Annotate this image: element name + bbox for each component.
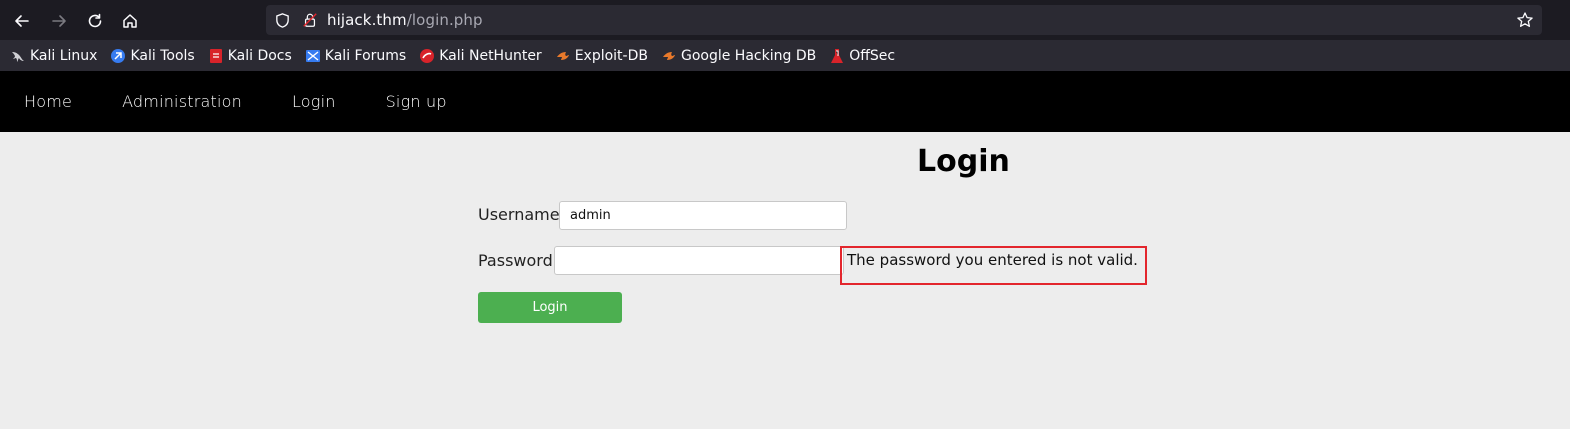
bookmark-item[interactable]: Kali Tools xyxy=(110,47,195,64)
kali-dragon-icon xyxy=(10,48,26,64)
ghdb-icon xyxy=(661,48,677,64)
url-host: hijack.thm xyxy=(327,11,407,29)
home-icon xyxy=(123,14,137,28)
bookmark-item[interactable]: Kali NetHunter xyxy=(419,47,542,64)
bookmarks-bar: Kali Linux Kali Tools Kali Docs Kali Forums… xyxy=(0,40,1570,71)
bookmark-item[interactable]: Exploit-DB xyxy=(555,48,648,64)
bookmark-label: Kali Forums xyxy=(324,47,407,64)
url-path: /login.php xyxy=(406,11,483,29)
bookmark-item[interactable]: Google Hacking DB xyxy=(661,48,816,64)
bookmark-item[interactable]: Kali Docs xyxy=(208,48,292,64)
username-label: Username xyxy=(478,205,560,224)
bookmark-label: Exploit-DB xyxy=(574,47,648,64)
site-navbar: Home Administration Login Sign up xyxy=(0,71,1570,132)
kali-tools-icon xyxy=(110,48,126,64)
back-button[interactable] xyxy=(9,8,35,34)
kali-forums-icon xyxy=(305,48,321,64)
kali-docs-icon xyxy=(208,48,224,64)
offsec-icon xyxy=(829,48,845,64)
insecure-lock-icon[interactable] xyxy=(301,11,319,29)
bookmark-label: Kali Docs xyxy=(227,47,292,64)
home-button[interactable] xyxy=(117,8,143,34)
password-input[interactable] xyxy=(554,246,844,275)
bookmark-label: Kali NetHunter xyxy=(439,47,542,64)
bookmark-label: OffSec xyxy=(849,47,896,64)
reload-button[interactable] xyxy=(82,8,108,34)
browser-toolbar: hijack.thm/login.php xyxy=(0,0,1570,40)
kali-nethunter-icon xyxy=(419,48,435,64)
star-bookmark-icon[interactable] xyxy=(1516,11,1534,29)
password-label: Password xyxy=(478,251,553,270)
password-error-message: The password you entered is not valid. xyxy=(847,251,1138,269)
nav-home-link[interactable]: Home xyxy=(0,92,97,111)
forward-button[interactable] xyxy=(46,8,72,34)
shield-icon[interactable] xyxy=(273,11,291,29)
page-title: Login xyxy=(917,144,1010,179)
reload-icon xyxy=(88,13,102,28)
bookmark-item[interactable]: Kali Linux xyxy=(10,48,97,64)
login-submit-button[interactable]: Login xyxy=(478,292,622,323)
bookmark-item[interactable]: OffSec xyxy=(829,48,895,64)
nav-login-link[interactable]: Login xyxy=(267,92,361,111)
bookmark-label: Kali Linux xyxy=(30,47,98,64)
url-text[interactable]: hijack.thm/login.php xyxy=(327,11,483,29)
username-input[interactable] xyxy=(559,201,847,230)
nav-signup-link[interactable]: Sign up xyxy=(361,92,472,111)
bookmark-label: Google Hacking DB xyxy=(680,47,817,64)
forward-arrow-icon xyxy=(52,15,66,27)
exploit-db-icon xyxy=(555,48,571,64)
nav-administration-link[interactable]: Administration xyxy=(97,92,267,111)
back-arrow-icon xyxy=(15,15,29,27)
url-bar[interactable]: hijack.thm/login.php xyxy=(266,5,1542,35)
login-page: Login Username Password The password you… xyxy=(0,132,1570,429)
bookmark-item[interactable]: Kali Forums xyxy=(305,48,406,64)
bookmark-label: Kali Tools xyxy=(130,47,195,64)
